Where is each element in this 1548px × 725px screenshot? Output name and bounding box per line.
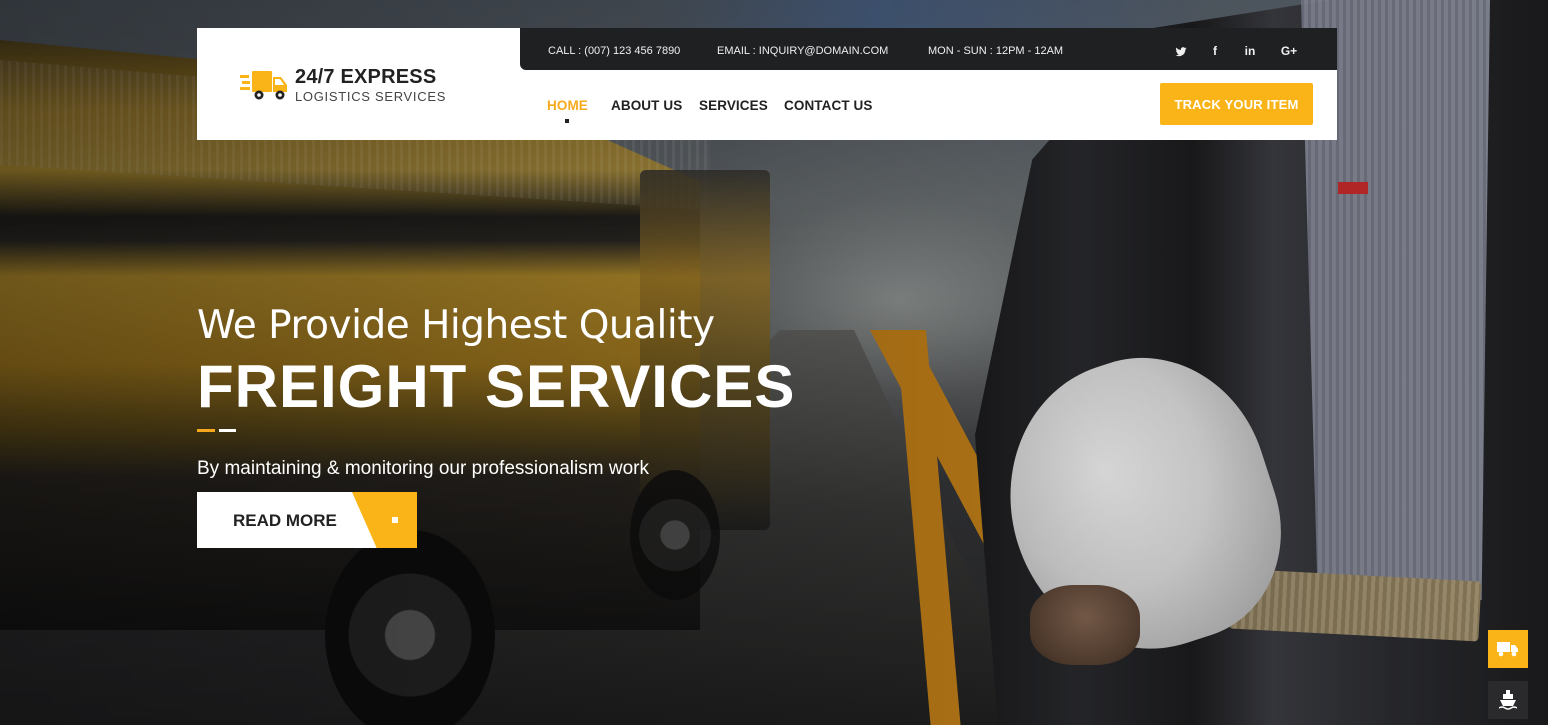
ship-icon (1499, 690, 1517, 710)
delivery-truck-icon (240, 71, 287, 100)
nav-item-contact-us[interactable]: CONTACT US (784, 98, 873, 113)
brand-tagline: LOGISTICS SERVICES (295, 89, 447, 104)
read-more-button[interactable]: READ MORE (197, 492, 417, 548)
top-info-bar: CALL : (007) 123 456 7890 EMAIL : INQUIR… (520, 28, 1337, 70)
hero-subtitle: By maintaining & monitoring our professi… (197, 458, 649, 479)
divider-white (219, 429, 236, 432)
track-your-item-button[interactable]: TRACK YOUR ITEM (1160, 83, 1313, 125)
nav-active-indicator (565, 119, 569, 123)
email-info[interactable]: EMAIL : INQUIRY@DOMAIN.COM (717, 28, 888, 70)
divider-accent (197, 429, 215, 432)
opening-hours: MON - SUN : 12PM - 12AM (928, 45, 1064, 57)
facebook-icon[interactable]: f (1205, 28, 1225, 70)
brand-name: 24/7 EXPRESS (295, 66, 437, 88)
delivery-truck-icon (1497, 642, 1518, 657)
nav-item-home[interactable]: HOME (547, 98, 588, 113)
google-plus-icon[interactable]: G+ (1276, 28, 1302, 70)
brand[interactable]: 24/7 EXPRESS LOGISTICS SERVICES (197, 28, 520, 140)
hero-heading-line2: FREIGHT SERVICES (197, 353, 796, 420)
twitter-link[interactable] (1171, 28, 1191, 70)
floating-truck-button[interactable] (1488, 630, 1528, 668)
nav-item-services[interactable]: SERVICES (699, 98, 768, 113)
hero-heading-line1: We Provide Highest Quality (197, 303, 715, 348)
nav-item-about-us[interactable]: ABOUT US (611, 98, 682, 113)
read-more-dot-icon (392, 517, 398, 523)
read-more-label: READ MORE (233, 511, 337, 530)
read-more-accent (352, 492, 417, 548)
hero-divider (197, 429, 237, 433)
twitter-icon (1175, 47, 1187, 56)
phone-info: CALL : (007) 123 456 7890 (548, 45, 681, 57)
site-header: 24/7 EXPRESS LOGISTICS SERVICES CALL : (… (197, 28, 1337, 140)
linkedin-icon[interactable]: in (1240, 28, 1260, 70)
floating-ship-button[interactable] (1488, 681, 1528, 719)
